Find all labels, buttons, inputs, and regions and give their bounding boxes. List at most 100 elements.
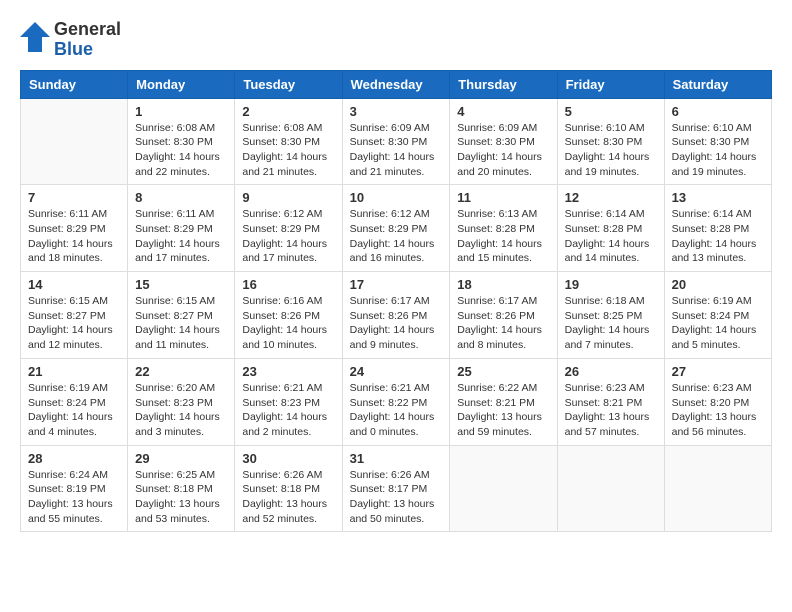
calendar-cell: 25 Sunrise: 6:22 AM Sunset: 8:21 PM Dayli… xyxy=(450,358,557,445)
day-number: 3 xyxy=(350,104,443,119)
day-info: Sunrise: 6:12 AM Sunset: 8:29 PM Dayligh… xyxy=(350,207,443,266)
calendar-cell: 2 Sunrise: 6:08 AM Sunset: 8:30 PM Daylig… xyxy=(235,98,342,185)
calendar-cell: 14 Sunrise: 6:15 AM Sunset: 8:27 PM Dayli… xyxy=(21,272,128,359)
day-number: 9 xyxy=(242,190,334,205)
day-number: 23 xyxy=(242,364,334,379)
calendar-cell xyxy=(21,98,128,185)
calendar-cell: 13 Sunrise: 6:14 AM Sunset: 8:28 PM Dayli… xyxy=(664,185,771,272)
day-number: 13 xyxy=(672,190,764,205)
calendar-cell: 30 Sunrise: 6:26 AM Sunset: 8:18 PM Dayli… xyxy=(235,445,342,532)
logo-text: GeneralBlue xyxy=(54,20,121,60)
week-row-4: 21 Sunrise: 6:19 AM Sunset: 8:24 PM Dayli… xyxy=(21,358,772,445)
day-info: Sunrise: 6:08 AM Sunset: 8:30 PM Dayligh… xyxy=(242,121,334,180)
day-number: 30 xyxy=(242,451,334,466)
day-number: 20 xyxy=(672,277,764,292)
logo-icon xyxy=(20,22,50,57)
calendar-cell: 24 Sunrise: 6:21 AM Sunset: 8:22 PM Dayli… xyxy=(342,358,450,445)
day-number: 7 xyxy=(28,190,120,205)
day-info: Sunrise: 6:12 AM Sunset: 8:29 PM Dayligh… xyxy=(242,207,334,266)
day-number: 4 xyxy=(457,104,549,119)
day-info: Sunrise: 6:09 AM Sunset: 8:30 PM Dayligh… xyxy=(457,121,549,180)
day-info: Sunrise: 6:19 AM Sunset: 8:24 PM Dayligh… xyxy=(672,294,764,353)
header-row: SundayMondayTuesdayWednesdayThursdayFrid… xyxy=(21,70,772,98)
day-number: 19 xyxy=(565,277,657,292)
day-info: Sunrise: 6:22 AM Sunset: 8:21 PM Dayligh… xyxy=(457,381,549,440)
calendar-cell: 12Sunrise: 6:14 AM Sunset: 8:28 PM Dayli… xyxy=(557,185,664,272)
day-number: 5 xyxy=(565,104,657,119)
day-header-sunday: Sunday xyxy=(21,70,128,98)
calendar-cell xyxy=(557,445,664,532)
calendar-cell: 16Sunrise: 6:16 AM Sunset: 8:26 PM Dayli… xyxy=(235,272,342,359)
calendar-cell: 6Sunrise: 6:10 AM Sunset: 8:30 PM Daylig… xyxy=(664,98,771,185)
day-info: Sunrise: 6:23 AM Sunset: 8:20 PM Dayligh… xyxy=(672,381,764,440)
day-info: Sunrise: 6:26 AM Sunset: 8:18 PM Dayligh… xyxy=(242,468,334,527)
day-info: Sunrise: 6:10 AM Sunset: 8:30 PM Dayligh… xyxy=(565,121,657,180)
calendar-cell: 21 Sunrise: 6:19 AM Sunset: 8:24 PM Dayli… xyxy=(21,358,128,445)
calendar-cell: 18 Sunrise: 6:17 AM Sunset: 8:26 PM Dayli… xyxy=(450,272,557,359)
calendar-cell: 28 Sunrise: 6:24 AM Sunset: 8:19 PM Dayli… xyxy=(21,445,128,532)
day-number: 1 xyxy=(135,104,227,119)
day-info: Sunrise: 6:14 AM Sunset: 8:28 PM Dayligh… xyxy=(672,207,764,266)
calendar-cell: 29 Sunrise: 6:25 AM Sunset: 8:18 PM Dayli… xyxy=(128,445,235,532)
day-number: 26 xyxy=(565,364,657,379)
day-number: 17 xyxy=(350,277,443,292)
calendar-cell: 22Sunrise: 6:20 AM Sunset: 8:23 PM Dayli… xyxy=(128,358,235,445)
day-info: Sunrise: 6:17 AM Sunset: 8:26 PM Dayligh… xyxy=(457,294,549,353)
day-info: Sunrise: 6:13 AM Sunset: 8:28 PM Dayligh… xyxy=(457,207,549,266)
day-info: Sunrise: 6:15 AM Sunset: 8:27 PM Dayligh… xyxy=(135,294,227,353)
day-info: Sunrise: 6:20 AM Sunset: 8:23 PM Dayligh… xyxy=(135,381,227,440)
calendar-cell xyxy=(664,445,771,532)
day-info: Sunrise: 6:11 AM Sunset: 8:29 PM Dayligh… xyxy=(28,207,120,266)
day-number: 12 xyxy=(565,190,657,205)
calendar-cell: 8 Sunrise: 6:11 AM Sunset: 8:29 PM Daylig… xyxy=(128,185,235,272)
week-row-3: 14 Sunrise: 6:15 AM Sunset: 8:27 PM Dayli… xyxy=(21,272,772,359)
day-number: 10 xyxy=(350,190,443,205)
calendar-cell: 15 Sunrise: 6:15 AM Sunset: 8:27 PM Dayli… xyxy=(128,272,235,359)
header: GeneralBlue xyxy=(20,20,772,60)
calendar-cell: 11 Sunrise: 6:13 AM Sunset: 8:28 PM Dayli… xyxy=(450,185,557,272)
day-number: 8 xyxy=(135,190,227,205)
day-header-friday: Friday xyxy=(557,70,664,98)
calendar-cell: 17Sunrise: 6:17 AM Sunset: 8:26 PM Dayli… xyxy=(342,272,450,359)
calendar-cell: 27 Sunrise: 6:23 AM Sunset: 8:20 PM Dayli… xyxy=(664,358,771,445)
day-info: Sunrise: 6:21 AM Sunset: 8:22 PM Dayligh… xyxy=(350,381,443,440)
calendar-cell: 10 Sunrise: 6:12 AM Sunset: 8:29 PM Dayli… xyxy=(342,185,450,272)
day-info: Sunrise: 6:16 AM Sunset: 8:26 PM Dayligh… xyxy=(242,294,334,353)
day-number: 24 xyxy=(350,364,443,379)
calendar-cell: 4 Sunrise: 6:09 AM Sunset: 8:30 PM Daylig… xyxy=(450,98,557,185)
calendar-cell: 19 Sunrise: 6:18 AM Sunset: 8:25 PM Dayli… xyxy=(557,272,664,359)
logo-blue-text: Blue xyxy=(54,40,121,60)
day-number: 15 xyxy=(135,277,227,292)
calendar-cell: 7 Sunrise: 6:11 AM Sunset: 8:29 PM Daylig… xyxy=(21,185,128,272)
day-number: 29 xyxy=(135,451,227,466)
day-number: 27 xyxy=(672,364,764,379)
day-number: 21 xyxy=(28,364,120,379)
day-number: 11 xyxy=(457,190,549,205)
day-info: Sunrise: 6:11 AM Sunset: 8:29 PM Dayligh… xyxy=(135,207,227,266)
day-number: 18 xyxy=(457,277,549,292)
calendar-cell: 23Sunrise: 6:21 AM Sunset: 8:23 PM Dayli… xyxy=(235,358,342,445)
week-row-1: 1 Sunrise: 6:08 AM Sunset: 8:30 PM Daylig… xyxy=(21,98,772,185)
day-info: Sunrise: 6:25 AM Sunset: 8:18 PM Dayligh… xyxy=(135,468,227,527)
logo: GeneralBlue xyxy=(20,20,121,60)
week-row-2: 7 Sunrise: 6:11 AM Sunset: 8:29 PM Daylig… xyxy=(21,185,772,272)
calendar-cell xyxy=(450,445,557,532)
day-number: 25 xyxy=(457,364,549,379)
day-info: Sunrise: 6:09 AM Sunset: 8:30 PM Dayligh… xyxy=(350,121,443,180)
day-number: 2 xyxy=(242,104,334,119)
day-header-monday: Monday xyxy=(128,70,235,98)
day-number: 28 xyxy=(28,451,120,466)
day-info: Sunrise: 6:18 AM Sunset: 8:25 PM Dayligh… xyxy=(565,294,657,353)
day-number: 14 xyxy=(28,277,120,292)
day-header-wednesday: Wednesday xyxy=(342,70,450,98)
week-row-5: 28 Sunrise: 6:24 AM Sunset: 8:19 PM Dayli… xyxy=(21,445,772,532)
calendar-cell: 1Sunrise: 6:08 AM Sunset: 8:30 PM Daylig… xyxy=(128,98,235,185)
day-header-tuesday: Tuesday xyxy=(235,70,342,98)
calendar-cell: 31Sunrise: 6:26 AM Sunset: 8:17 PM Dayli… xyxy=(342,445,450,532)
day-info: Sunrise: 6:23 AM Sunset: 8:21 PM Dayligh… xyxy=(565,381,657,440)
day-header-thursday: Thursday xyxy=(450,70,557,98)
day-info: Sunrise: 6:19 AM Sunset: 8:24 PM Dayligh… xyxy=(28,381,120,440)
day-info: Sunrise: 6:15 AM Sunset: 8:27 PM Dayligh… xyxy=(28,294,120,353)
day-info: Sunrise: 6:24 AM Sunset: 8:19 PM Dayligh… xyxy=(28,468,120,527)
calendar-cell: 9 Sunrise: 6:12 AM Sunset: 8:29 PM Daylig… xyxy=(235,185,342,272)
